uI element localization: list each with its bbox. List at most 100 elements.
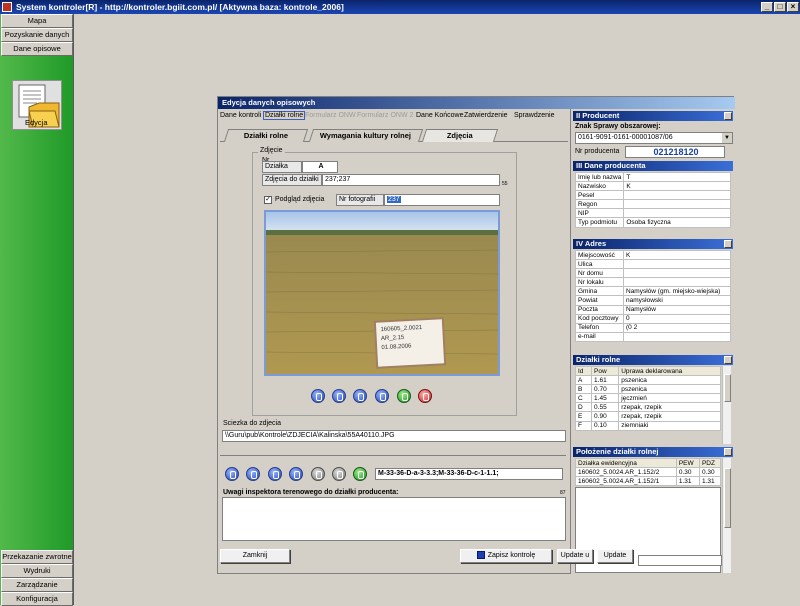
tab-wymagania[interactable]: Wymagania kultury rolnej	[308, 129, 424, 142]
table-cell: jęczmień	[618, 393, 721, 404]
table-row[interactable]: Nazwisko K	[574, 181, 731, 192]
next-record-button[interactable]	[268, 467, 282, 481]
status-field[interactable]	[638, 555, 722, 566]
dzialki-scrollbar[interactable]	[722, 366, 731, 444]
collapse-icon[interactable]	[724, 112, 732, 120]
table-row[interactable]: NIP	[574, 208, 731, 219]
znak-select[interactable]: 0161-9091-0161-00001087/06 ▼	[575, 132, 733, 144]
menu-zatwierdzenie[interactable]: Zatwierdzenie	[464, 112, 508, 119]
uwagi-textarea[interactable]	[222, 497, 566, 541]
close-button[interactable]: Zamknij	[220, 549, 290, 563]
table-row[interactable]: 160602_5.0024.AR_1.152/2 0.30 0.30	[575, 467, 722, 478]
table-cell: rzepak, rzepik	[618, 402, 721, 413]
dzialka-value[interactable]: A	[302, 161, 338, 173]
sidebar-item-zarzadzanie[interactable]: Zarządzanie	[1, 578, 73, 592]
minimize-button[interactable]: _	[761, 2, 773, 12]
table-row[interactable]: Telefon (0 2	[575, 322, 731, 333]
sidebar-item-wydruki[interactable]: Wydruki	[1, 564, 73, 578]
update-u-button[interactable]: Update u	[557, 549, 593, 563]
table-cell: Telefon	[575, 322, 624, 333]
table-row[interactable]: C 1.45 jęczmień	[574, 393, 721, 404]
tab-zdjecia[interactable]: Zdjęcia	[421, 129, 499, 142]
delete-photo-button[interactable]	[418, 389, 432, 403]
refresh-record-button[interactable]	[353, 467, 367, 481]
menu-sprawdzenie[interactable]: Sprawdzenie	[514, 112, 554, 119]
menu-formularz-onw2[interactable]: Formularz ONW 2	[357, 112, 413, 119]
adres-header-text: IV Adres	[576, 239, 607, 248]
zdjecia-field[interactable]: 237;237	[322, 174, 500, 186]
close-window-button[interactable]: ×	[787, 2, 799, 12]
table-cell: F	[574, 420, 593, 431]
menu-formularz-onw[interactable]: Formularz ONW	[305, 112, 356, 119]
confirm-record-button[interactable]	[311, 467, 325, 481]
sidebar-item-konfiguracja[interactable]: Konfiguracja	[1, 592, 73, 606]
table-cell: 0.30	[675, 467, 700, 478]
column-header: PDZ	[698, 457, 722, 469]
table-row[interactable]: Imię lub nazwa T	[574, 171, 731, 183]
first-record-button[interactable]	[225, 467, 239, 481]
collapse-icon[interactable]	[724, 240, 732, 248]
table-row[interactable]: e-mail	[575, 331, 731, 342]
first-photo-button[interactable]	[311, 389, 325, 403]
table-cell: namysłowski	[623, 295, 731, 306]
path-field[interactable]: \\Guru\pub\Kontrole\ZDJECIA\Kalinska\55A…	[222, 430, 566, 442]
table-cell: Powiat	[575, 295, 624, 306]
table-cell: Regon	[574, 199, 625, 210]
sidebar-item-pozyskanie[interactable]: Pozyskanie danych	[1, 28, 73, 42]
table-cell: Namysłów	[623, 304, 731, 315]
table-row[interactable]: B 0.70 pszenica	[574, 384, 721, 395]
chevron-down-icon: ▼	[722, 133, 732, 143]
menu-dzialki-rolne[interactable]: Działki rolne	[263, 111, 306, 120]
add-photo-button[interactable]	[397, 389, 411, 403]
polozenie-scrollbar[interactable]	[722, 458, 731, 573]
collapse-icon[interactable]	[724, 448, 732, 456]
sidebar-item-dane-opisowe[interactable]: Dane opisowe	[1, 42, 73, 56]
menu-dane-kontroli[interactable]: Dane kontroli	[220, 112, 261, 119]
table-cell	[623, 277, 731, 288]
polozenie-header: Położenie działki rolnej	[573, 447, 733, 457]
update-button[interactable]: Update	[597, 549, 633, 563]
table-row[interactable]: Ulica	[575, 259, 731, 270]
field-photo[interactable]: 160605_2.0021 AR_2.15 01.08.2006	[264, 210, 500, 376]
column-header: Uprawa deklarowana	[618, 365, 721, 377]
table-row[interactable]: E 0.90 rzepak, rzepik	[574, 411, 721, 422]
save-button[interactable]: Zapisz kontrolę	[460, 549, 552, 563]
preview-checkbox[interactable]: ✓	[264, 196, 272, 204]
table-cell: Nazwisko	[574, 181, 625, 192]
table-row[interactable]: Nr lokalu	[575, 277, 731, 288]
table-row[interactable]: Typ podmiotu Osoba fizyczna	[574, 217, 731, 228]
next-photo-button[interactable]	[353, 389, 367, 403]
cancel-record-button[interactable]	[332, 467, 346, 481]
last-record-button[interactable]	[289, 467, 303, 481]
table-row[interactable]: Nr domu	[575, 268, 731, 279]
table-row[interactable]: 160602_5.0024.AR_1.152/1 1.31 1.31	[575, 476, 722, 487]
prev-record-button[interactable]	[246, 467, 260, 481]
table-cell: B	[574, 384, 593, 395]
table-row[interactable]: D 0.55 rzepak, rzepik	[574, 402, 721, 413]
nr-foto-field[interactable]: 237	[384, 194, 500, 206]
maximize-button[interactable]: □	[774, 2, 786, 12]
collapse-icon[interactable]	[724, 356, 732, 364]
table-row[interactable]: Regon	[574, 199, 731, 210]
table-cell: (0 2	[623, 322, 731, 333]
table-cell: Pesel	[574, 190, 625, 201]
sidebar-edit-label: Edycja	[25, 118, 48, 127]
prev-photo-button[interactable]	[332, 389, 346, 403]
nr-producenta-field[interactable]: 021218120	[625, 146, 725, 158]
table-row[interactable]: Gmina Namysłów (gm. miejsko-wiejska)	[575, 286, 731, 297]
coords-field[interactable]: M-33-36-D-a-3-3.3;M-33-36-D-c-1-1.1;	[375, 468, 563, 480]
table-row[interactable]: Poczta Namysłów	[575, 304, 731, 315]
tab-dzialki-rolne[interactable]: Działki rolne	[223, 129, 309, 142]
table-cell: K	[623, 181, 731, 192]
last-photo-button[interactable]	[375, 389, 389, 403]
table-row[interactable]: Miejscowość K	[575, 249, 731, 261]
sidebar-item-mapa[interactable]: Mapa	[1, 14, 73, 28]
table-row[interactable]: Powiat namysłowski	[575, 295, 731, 306]
table-row[interactable]: F 0.10 ziemniaki	[574, 420, 721, 431]
table-row[interactable]: Pesel	[574, 190, 731, 201]
sidebar-item-przekazanie[interactable]: Przekazanie zwrotne	[1, 550, 73, 564]
menu-dane-koncowe[interactable]: Dane Końcowe	[416, 112, 463, 119]
table-row[interactable]: A 1.61 pszenica	[574, 375, 721, 386]
side-mark: 55	[502, 181, 508, 187]
table-row[interactable]: Kod pocztowy 0	[575, 313, 731, 324]
